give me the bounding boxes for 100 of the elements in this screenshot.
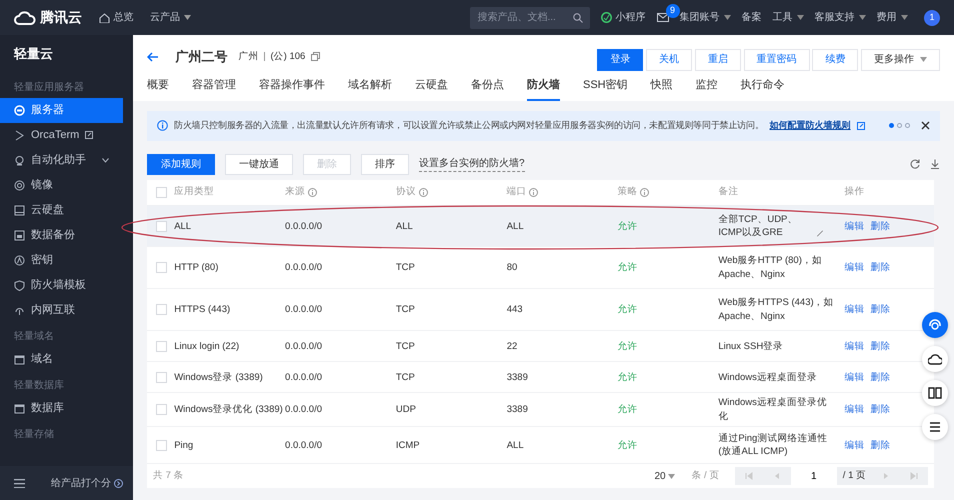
- top-menu[interactable]: 客服支持: [814, 10, 866, 25]
- table-cell: 0.0.0.0/0: [285, 340, 322, 352]
- multi-instance-link[interactable]: 设置多台实例的防火墙?: [419, 156, 525, 172]
- close-icon[interactable]: [921, 121, 930, 130]
- row-action-link[interactable]: 删除: [870, 262, 890, 274]
- headset-button[interactable]: [922, 312, 948, 338]
- mini-program-link[interactable]: 小程序: [600, 10, 646, 25]
- sidebar-item[interactable]: 镜像: [0, 172, 123, 198]
- tab[interactable]: 容器管理: [192, 73, 236, 101]
- row-action-link[interactable]: 删除: [870, 304, 890, 316]
- toolbar-button[interactable]: 排序: [361, 154, 409, 175]
- previous-page-button[interactable]: [762, 467, 791, 486]
- row-action-link[interactable]: 编辑: [844, 262, 864, 274]
- select-all-checkbox[interactable]: [156, 187, 167, 198]
- row-action-link[interactable]: 删除: [870, 372, 890, 383]
- copy-icon[interactable]: [310, 52, 320, 62]
- check-circle-icon: [600, 12, 612, 23]
- sidebar-item[interactable]: 防火墙模板: [0, 272, 123, 298]
- refresh-icon[interactable]: [910, 159, 920, 170]
- action-button[interactable]: 重置密码: [744, 48, 810, 70]
- sidebar-group-label: 轻量应用服务器: [13, 80, 85, 94]
- list-button[interactable]: [922, 414, 948, 440]
- row-action-link[interactable]: 删除: [870, 340, 890, 352]
- row-checkbox[interactable]: [156, 220, 167, 232]
- tab[interactable]: 执行命令: [740, 73, 785, 101]
- sidebar-item[interactable]: 服务器: [0, 98, 123, 122]
- table-cell: Ping: [174, 440, 194, 451]
- table-cell: TCP: [396, 340, 415, 352]
- server-icon: [14, 104, 25, 116]
- page-size-select[interactable]: 20: [648, 468, 682, 485]
- toolbar-button[interactable]: 一键放通: [225, 154, 293, 175]
- row-checkbox[interactable]: [156, 404, 167, 416]
- row-checkbox[interactable]: [156, 340, 167, 352]
- column-header: 操作: [844, 185, 864, 200]
- tab[interactable]: 快照: [650, 73, 673, 101]
- sidebar-item[interactable]: 密钥: [0, 248, 123, 272]
- help-link[interactable]: 如何配置防火墙规则: [770, 119, 851, 132]
- action-button[interactable]: 续费: [812, 48, 858, 70]
- row-action-link[interactable]: 编辑: [844, 304, 864, 316]
- row-checkbox[interactable]: [156, 262, 167, 274]
- tab[interactable]: 域名解析: [348, 73, 392, 101]
- table-cell: 22: [506, 340, 518, 352]
- action-button[interactable]: 关机: [646, 48, 692, 70]
- row-checkbox[interactable]: [156, 304, 167, 316]
- row-action-link[interactable]: 编辑: [844, 404, 864, 416]
- page-dot[interactable]: [889, 123, 894, 128]
- sidebar-item[interactable]: 数据库: [0, 396, 123, 420]
- toolbar-button[interactable]: 添加规则: [147, 154, 215, 175]
- table-cell: ALL: [506, 440, 524, 451]
- row-action-link[interactable]: 删除: [870, 404, 890, 416]
- tab[interactable]: 概要: [147, 73, 169, 101]
- cloud-button[interactable]: [922, 346, 948, 372]
- row-action-link[interactable]: 删除: [870, 440, 890, 451]
- row-action-link[interactable]: 编辑: [844, 372, 864, 383]
- first-page-button[interactable]: [734, 467, 763, 486]
- table-cell: ICMP: [396, 440, 420, 451]
- column-header: 应用类型: [174, 185, 214, 200]
- tab[interactable]: 云硬盘: [415, 73, 448, 101]
- first-page-icon: [744, 472, 753, 480]
- tab[interactable]: 防火墙: [527, 73, 560, 101]
- products-menu[interactable]: 云产品: [150, 10, 191, 25]
- sidebar-item[interactable]: 自动化助手: [0, 148, 123, 172]
- policy-status: 允许: [618, 340, 638, 352]
- action-button[interactable]: 更多操作: [861, 48, 940, 70]
- back-arrow-icon[interactable]: [147, 52, 159, 62]
- book-button[interactable]: [922, 380, 948, 406]
- row-action-link[interactable]: 删除: [870, 220, 890, 232]
- top-menu[interactable]: 集团账号: [680, 10, 730, 25]
- tab[interactable]: 容器操作事件: [259, 73, 325, 101]
- table-cell: Linux login (22): [174, 340, 240, 352]
- user-avatar[interactable]: 1: [924, 10, 940, 26]
- row-action-link[interactable]: 编辑: [844, 340, 864, 352]
- row-action-link[interactable]: 编辑: [844, 220, 864, 232]
- pencil-icon[interactable]: [816, 228, 824, 237]
- tab[interactable]: 备份点: [471, 73, 504, 101]
- sidebar-item[interactable]: 域名: [0, 346, 123, 372]
- sidebar-item[interactable]: 云硬盘: [0, 198, 123, 222]
- search-field[interactable]: 搜索产品、文档...: [470, 6, 590, 28]
- row-action-link[interactable]: 编辑: [844, 440, 864, 451]
- download-icon[interactable]: [930, 159, 940, 170]
- cloud-logo-icon: [14, 10, 36, 26]
- menu-icon[interactable]: [14, 478, 25, 488]
- tab[interactable]: SSH密钥: [583, 73, 628, 101]
- row-checkbox[interactable]: [156, 440, 167, 451]
- page-dot[interactable]: [896, 123, 902, 128]
- action-button[interactable]: 登录: [597, 48, 644, 70]
- sidebar-item[interactable]: 数据备份: [0, 222, 123, 248]
- home-link[interactable]: 总览: [98, 10, 134, 25]
- tab[interactable]: 监控: [696, 73, 718, 101]
- sidebar-item[interactable]: OrcaTerm: [0, 122, 123, 148]
- row-checkbox[interactable]: [156, 372, 167, 383]
- last-page-button[interactable]: [900, 467, 928, 486]
- top-menu[interactable]: 备案: [742, 10, 762, 25]
- top-menu[interactable]: 工具: [772, 10, 804, 25]
- page-dot[interactable]: [904, 123, 910, 128]
- mail-icon[interactable]: [656, 13, 668, 22]
- sidebar-item[interactable]: 内网互联: [0, 298, 123, 322]
- table-cell: HTTPS (443): [174, 304, 230, 316]
- action-button[interactable]: 重启: [694, 48, 741, 70]
- top-menu[interactable]: 费用: [876, 10, 908, 25]
